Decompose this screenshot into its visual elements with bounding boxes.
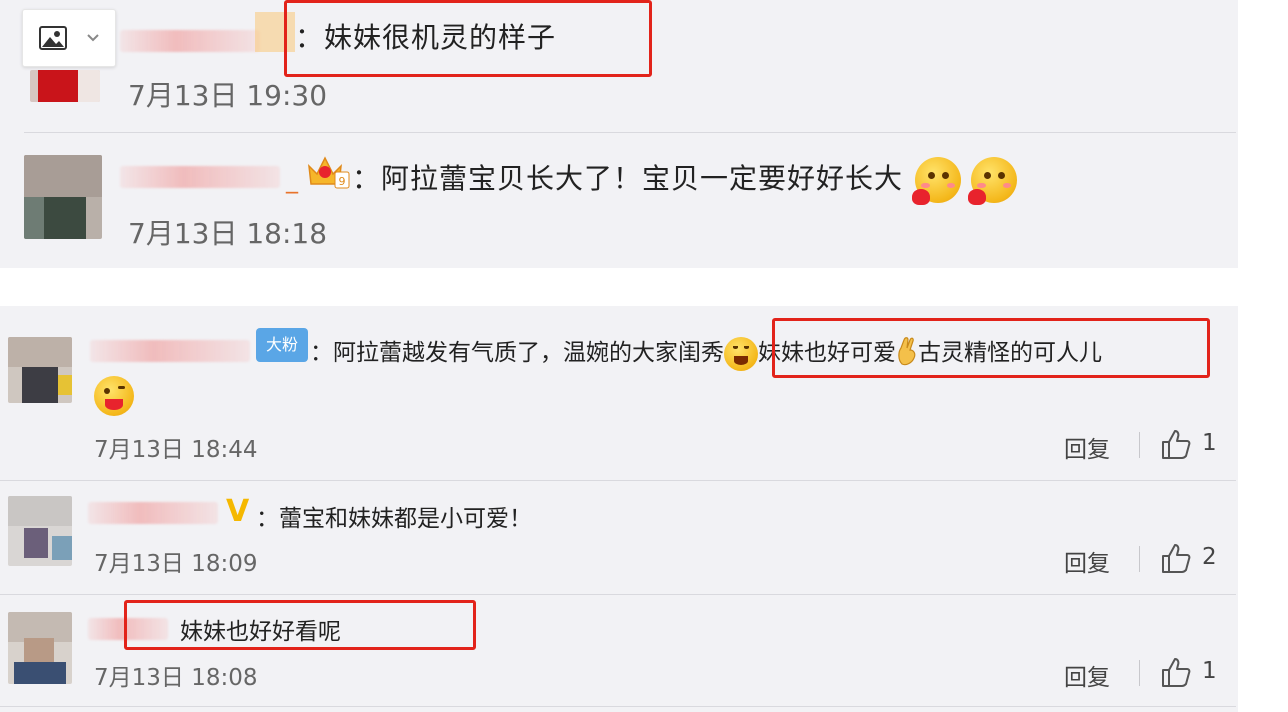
- comment-time: 7月13日 18:44: [94, 437, 258, 463]
- svg-text:9: 9: [339, 175, 346, 188]
- username-blurred[interactable]: [88, 502, 218, 524]
- thumbs-up-icon[interactable]: [1160, 428, 1192, 460]
- thumbs-up-icon[interactable]: [1160, 542, 1192, 574]
- comment-time: 7月13日 19:30: [128, 79, 328, 112]
- vip-badge: V: [226, 494, 249, 529]
- comment-time: 7月13日 18:09: [94, 551, 258, 577]
- like-count: 1: [1202, 430, 1217, 456]
- action-separator: [1139, 432, 1140, 458]
- highlight-box: [124, 600, 476, 650]
- reply-button[interactable]: 回复: [1064, 430, 1110, 464]
- fan-badge: 大粉: [256, 328, 308, 362]
- emoji-icon: [912, 157, 961, 205]
- crown-badge-icon: 9: [308, 156, 350, 189]
- like-count: 2: [1202, 544, 1217, 570]
- comment-text: ：阿拉蕾宝贝长大了！宝贝一定要好好长大: [352, 157, 1017, 205]
- image-toolbar[interactable]: [22, 9, 116, 67]
- reply-button[interactable]: 回复: [1064, 544, 1110, 578]
- divider: [0, 480, 1236, 481]
- avatar[interactable]: [24, 155, 102, 239]
- image-icon[interactable]: [39, 26, 67, 50]
- avatar[interactable]: [30, 70, 100, 102]
- underscore: _: [286, 166, 298, 194]
- comment-time: 7月13日 18:08: [94, 665, 258, 691]
- thumbs-up-icon[interactable]: [1160, 656, 1192, 688]
- comment-text-part-a: ：阿拉蕾越发有气质了，温婉的大家闺秀: [310, 340, 724, 366]
- avatar[interactable]: [8, 612, 72, 684]
- avatar[interactable]: [8, 337, 72, 403]
- divider: [0, 706, 1236, 707]
- action-separator: [1139, 660, 1140, 686]
- highlight-box: [284, 0, 652, 77]
- divider: [0, 594, 1236, 595]
- emoji-icon: [724, 336, 758, 371]
- comment-time: 7月13日 18:18: [128, 217, 328, 250]
- reply-button[interactable]: 回复: [1064, 658, 1110, 692]
- comment-text-body: ：阿拉蕾宝贝长大了！宝贝一定要好好长大: [352, 162, 904, 195]
- fan-badge-label: 大粉: [265, 335, 298, 354]
- divider: [24, 132, 1236, 133]
- highlight-box: [772, 318, 1210, 378]
- comment-text: ：蕾宝和妹妹都是小可爱！: [256, 506, 532, 532]
- emoji-icon: [968, 157, 1017, 205]
- like-count: 1: [1202, 658, 1217, 684]
- username-blurred[interactable]: [120, 30, 260, 52]
- username-blurred[interactable]: [120, 166, 280, 188]
- chevron-down-icon[interactable]: [87, 34, 99, 42]
- username-blurred[interactable]: [90, 340, 250, 362]
- emoji-icon: [94, 376, 134, 416]
- avatar[interactable]: [8, 496, 72, 566]
- action-separator: [1139, 546, 1140, 572]
- vip-badge-label: V: [226, 494, 250, 529]
